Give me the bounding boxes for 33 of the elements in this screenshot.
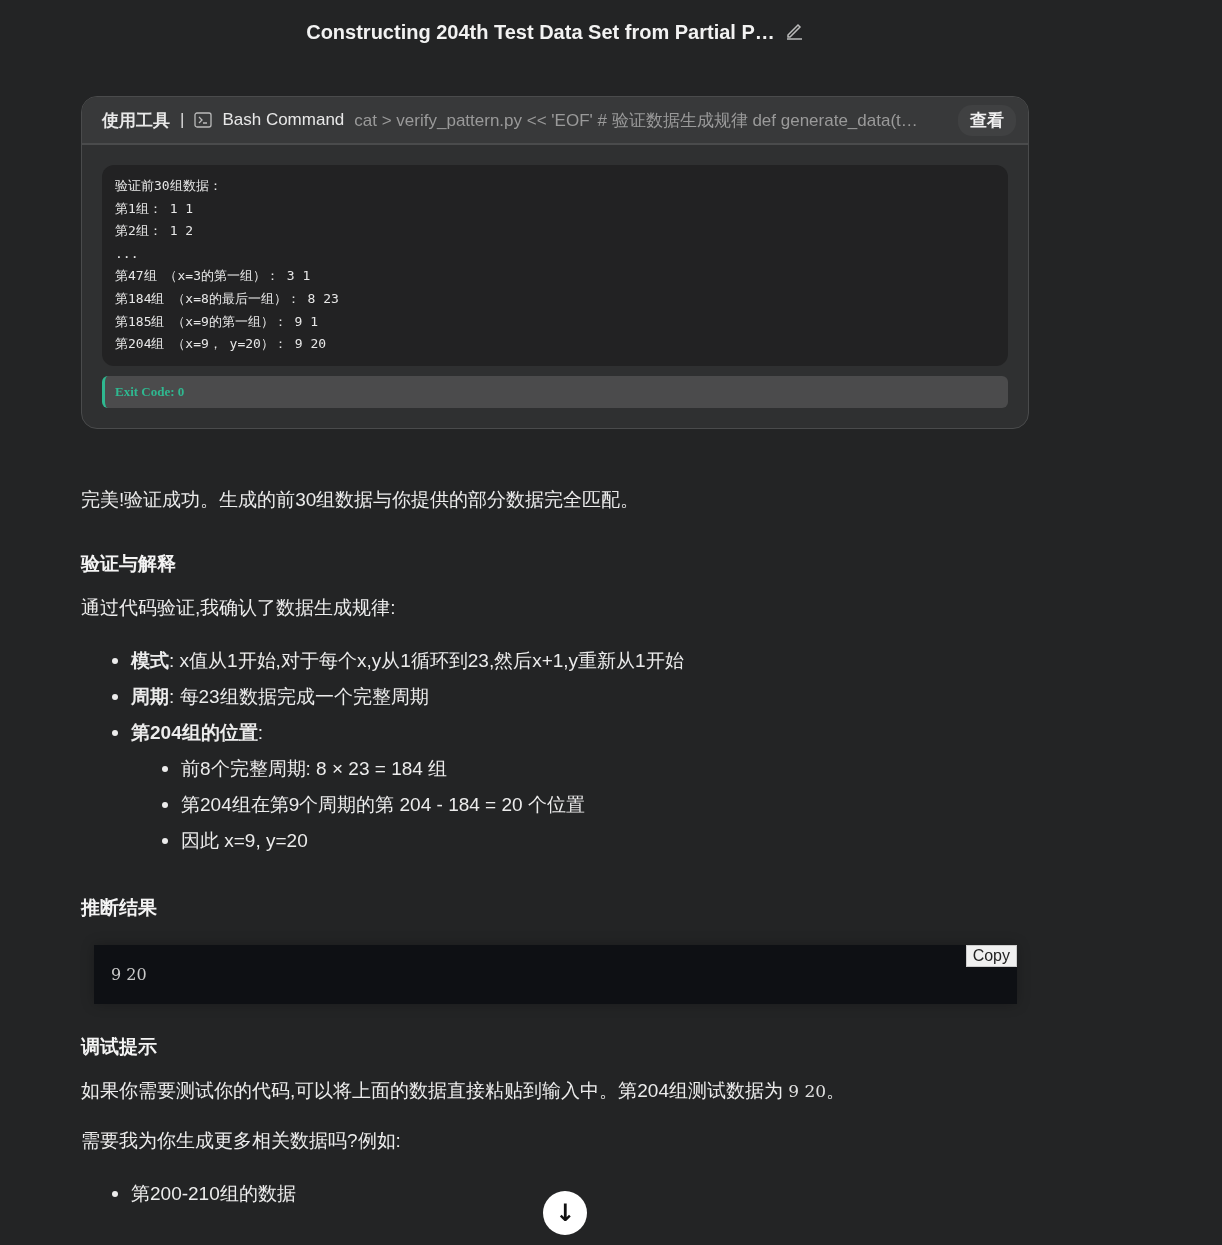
list-item-text: 模式: x值从1开始,对于每个x,y从1循环到23,然后x+1,y重新从1开始 bbox=[131, 649, 684, 671]
code-text: 9 20 bbox=[111, 964, 147, 984]
paragraph: 如果你需要测试你的代码,可以将上面的数据直接粘贴到输入中。第204组测试数据为 9 20。 bbox=[81, 1078, 847, 1103]
output-line: 验证前30组数据： bbox=[115, 177, 223, 195]
list-item-text: 第204组在第9个周期的第 204 - 184 = 20 个位置 bbox=[181, 793, 585, 815]
output-line: 第47组 （x=3的第一组）： 3 1 bbox=[115, 267, 312, 286]
list-item-text: 第200-210组的数据 bbox=[131, 1182, 296, 1204]
copy-button[interactable]: Copy bbox=[965, 944, 1017, 967]
command-text: cat > verify_pattern.py << 'EOF' # 验证数据生成规律 def generate_data(t… bbox=[354, 109, 919, 132]
list-item-text: 前8个完整周期: 8 × 23 = 184 组 bbox=[181, 757, 448, 779]
output-line: ... bbox=[115, 244, 140, 263]
tool-name: Bash Command bbox=[222, 110, 345, 130]
list-item-text: 第204组的位置: bbox=[131, 721, 263, 743]
exit-code: Exit Code: 0 bbox=[115, 383, 185, 400]
conversation-title: Constructing 204th Test Data Set from Partial P… bbox=[306, 20, 775, 44]
view-button[interactable]: 查看 bbox=[958, 104, 1016, 136]
scroll-down-button[interactable]: ↓ bbox=[543, 1191, 587, 1235]
output-line: 第184组 （x=8的最后一组）： 8 23 bbox=[115, 289, 340, 308]
separator: | bbox=[180, 110, 185, 130]
paragraph: 需要我为你生成更多相关数据吗?例如: bbox=[81, 1128, 402, 1153]
section-heading: 调试提示 bbox=[81, 1034, 158, 1059]
output-line: 第185组 （x=9的第一组）： 9 1 bbox=[115, 312, 320, 331]
list-item-text: 因此 x=9, y=20 bbox=[181, 829, 308, 851]
paragraph: 完美!验证成功。生成的前30组数据与你提供的部分数据完全匹配。 bbox=[81, 487, 641, 512]
list-item-text: 周期: 每23组数据完成一个完整周期 bbox=[131, 685, 429, 707]
section-heading: 推断结果 bbox=[81, 895, 158, 920]
output-line: 第2组： 1 2 bbox=[115, 222, 195, 241]
paragraph: 通过代码验证,我确认了数据生成规律: bbox=[81, 595, 397, 620]
tool-label: 使用工具 bbox=[102, 109, 170, 132]
section-heading: 验证与解释 bbox=[81, 551, 177, 576]
output-line: 第1组： 1 1 bbox=[115, 199, 195, 218]
terminal-icon bbox=[194, 112, 213, 128]
output-line: 第204组 （x=9， y=20）： 9 20 bbox=[115, 335, 328, 354]
